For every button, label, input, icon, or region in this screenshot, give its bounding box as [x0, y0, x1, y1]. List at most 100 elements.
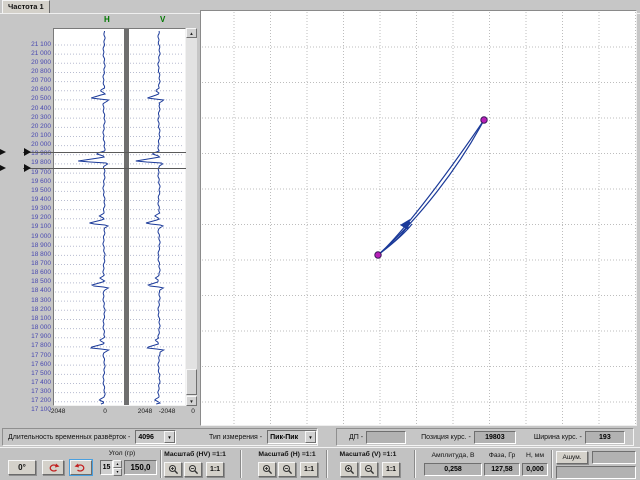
y-axis-tick: 17 900 — [18, 333, 51, 340]
phase-label: Фаза, Гр — [484, 452, 520, 459]
zero-angle-label: 0° — [18, 463, 26, 472]
sweep-length-select[interactable]: 4096 ▼ — [135, 430, 176, 444]
angle-label: Угол (гр) — [96, 450, 148, 457]
scroll-down-icon[interactable]: ▼ — [186, 396, 197, 406]
x-axis-tick: 2048 — [138, 408, 152, 415]
one-to-one-label: 1:1 — [304, 466, 314, 473]
y-axis-tick: 17 800 — [18, 342, 51, 349]
separator — [326, 450, 328, 478]
y-axis-tick: 18 200 — [18, 306, 51, 313]
aux-field-1[interactable] — [592, 451, 636, 464]
y-axis-tick: 20 800 — [18, 68, 51, 75]
zoom-out-hv-button[interactable] — [184, 462, 202, 477]
y-axis-tick: 21 100 — [18, 41, 51, 48]
complex-plane-plot[interactable] — [200, 10, 637, 426]
y-axis-tick: 17 500 — [18, 370, 51, 377]
scale-1to1-hv-button[interactable]: 1:1 — [206, 462, 224, 477]
measure-type-select[interactable]: Пик-Пик ▼ — [267, 430, 317, 444]
v-channel-title: V — [160, 15, 165, 24]
y-axis-tick: 18 900 — [18, 242, 51, 249]
angle-step-value: 15 — [103, 464, 111, 471]
splitter-mark-bottom-icon — [0, 165, 6, 171]
noise-button-label: Ашум. — [562, 454, 581, 461]
cursor-top-line[interactable] — [23, 152, 186, 153]
y-axis-tick: 20 900 — [18, 59, 51, 66]
lissajous-curve — [378, 120, 484, 255]
phase-value-display: 127,58 — [484, 463, 520, 476]
scroll-up-icon[interactable]: ▲ — [186, 28, 197, 38]
y-axis-tick: 19 700 — [18, 169, 51, 176]
cursor-bottom-handle-icon[interactable] — [24, 164, 31, 172]
rotate-ccw-button[interactable] — [42, 460, 64, 475]
strip-scrollbar[interactable]: ▲ ▼ — [186, 28, 197, 406]
cursor-top-handle-icon[interactable] — [24, 148, 31, 156]
scale-1to1-v-button[interactable]: 1:1 — [382, 462, 400, 477]
step-up-icon[interactable]: ▲ — [113, 460, 122, 468]
one-to-one-label: 1:1 — [386, 466, 396, 473]
amplitude-label: Амплитуда, В — [424, 452, 482, 459]
y-axis-tick: 19 500 — [18, 187, 51, 194]
angle-stepper[interactable]: ▲ ▼ — [113, 460, 122, 475]
sweep-length-label: Длительность временных развёрток - — [8, 434, 130, 441]
strip-chart[interactable] — [53, 28, 186, 406]
tab-frequency-1[interactable]: Частота 1 — [2, 0, 50, 13]
dp-field[interactable] — [366, 431, 406, 444]
zoom-out-h-button[interactable] — [278, 462, 296, 477]
sweep-groupbox: Длительность временных развёрток - 4096 … — [2, 428, 318, 446]
y-axis-labels: 21 10021 00020 90020 80020 70020 60020 5… — [18, 0, 51, 428]
y-axis-tick: 19 600 — [18, 178, 51, 185]
phase-value: 127,58 — [491, 466, 512, 473]
measure-type-value: Пик-Пик — [268, 434, 305, 441]
rotate-cw-icon — [74, 463, 88, 473]
cursor-width-field[interactable]: 193 — [585, 431, 625, 444]
y-axis-tick: 19 800 — [18, 159, 51, 166]
rotate-cw-button[interactable] — [70, 460, 92, 475]
separator — [551, 450, 553, 478]
strip-chart-canvas — [54, 29, 185, 405]
y-axis-tick: 17 300 — [18, 388, 51, 395]
dropdown-arrow-icon[interactable]: ▼ — [305, 431, 316, 443]
cursor-position-field[interactable]: 19803 — [474, 431, 516, 444]
dp-label: ДП - — [349, 434, 363, 441]
y-axis-tick: 17 600 — [18, 361, 51, 368]
curve-start-marker — [375, 252, 381, 258]
step-down-icon[interactable]: ▼ — [113, 468, 122, 476]
y-axis-tick: 20 500 — [18, 95, 51, 102]
angle-step-input[interactable]: 15 — [100, 460, 113, 475]
scale-1to1-h-button[interactable]: 1:1 — [300, 462, 318, 477]
h-depth-value: 0,000 — [526, 466, 544, 473]
curve-end-marker — [481, 117, 487, 123]
y-axis-tick: 17 200 — [18, 397, 51, 404]
amplitude-value-display: 0,258 — [424, 463, 482, 476]
y-axis-tick: 18 100 — [18, 315, 51, 322]
sweep-length-value: 4096 — [136, 434, 164, 441]
y-axis-tick: 17 400 — [18, 379, 51, 386]
rotate-ccw-icon — [46, 463, 60, 473]
separator — [240, 450, 242, 478]
zoom-in-h-button[interactable] — [258, 462, 276, 477]
zero-angle-button[interactable]: 0° — [8, 460, 36, 475]
y-axis-tick: 18 700 — [18, 260, 51, 267]
cursor-bottom-line[interactable] — [23, 168, 186, 169]
strip-x-axis: -204802048-204802048 — [0, 408, 199, 418]
y-axis-tick: 18 000 — [18, 324, 51, 331]
y-axis-tick: 20 300 — [18, 114, 51, 121]
zoom-in-hv-button[interactable] — [164, 462, 182, 477]
scrollbar-thumb[interactable] — [186, 369, 197, 395]
x-axis-tick: 0 — [103, 408, 107, 415]
aux-field-2[interactable] — [556, 466, 636, 479]
zoom-in-icon — [262, 464, 273, 475]
zoom-out-icon — [188, 464, 199, 475]
y-axis-tick: 18 800 — [18, 251, 51, 258]
zoom-in-icon — [344, 464, 355, 475]
zoom-out-v-button[interactable] — [360, 462, 378, 477]
cursor-width-label: Ширина курс. - — [534, 434, 582, 441]
y-axis-tick: 18 600 — [18, 269, 51, 276]
noise-button[interactable]: Ашум. — [556, 451, 588, 464]
y-axis-tick: 19 000 — [18, 233, 51, 240]
h-channel-title: H — [104, 15, 110, 24]
zoom-in-v-button[interactable] — [340, 462, 358, 477]
y-axis-tick: 20 100 — [18, 132, 51, 139]
amplitude-value: 0,258 — [444, 466, 462, 473]
dropdown-arrow-icon[interactable]: ▼ — [164, 431, 175, 443]
